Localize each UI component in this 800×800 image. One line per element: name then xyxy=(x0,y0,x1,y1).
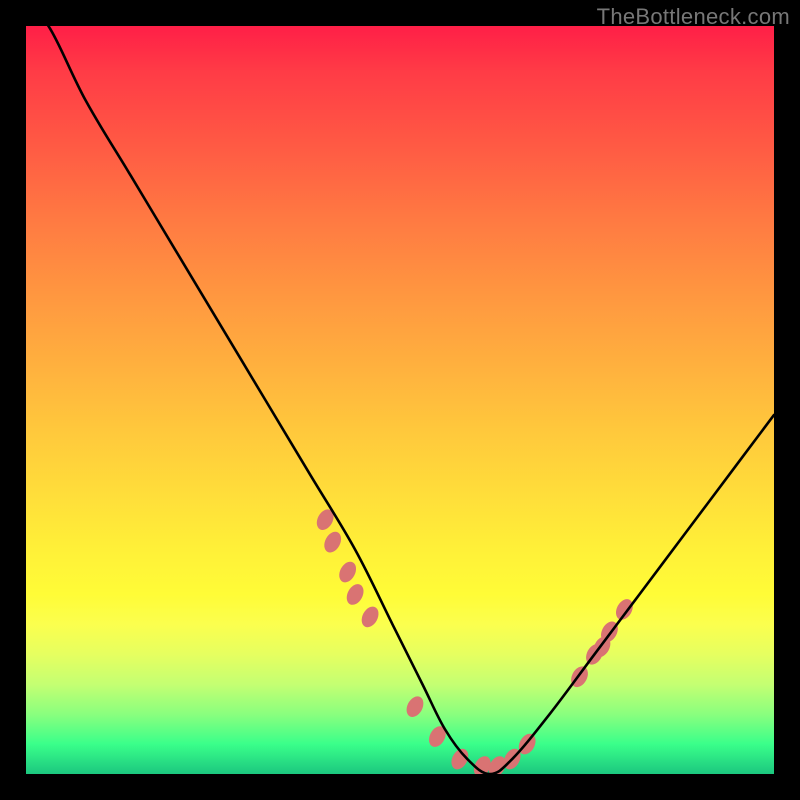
chart-marker xyxy=(403,693,427,719)
chart-marker xyxy=(613,596,637,622)
chart-marker xyxy=(313,506,337,532)
chart-marker xyxy=(336,559,360,585)
chart-marker xyxy=(448,746,472,772)
chart-marker xyxy=(358,604,382,630)
chart-curve xyxy=(26,26,774,774)
chart-marker xyxy=(568,664,592,690)
chart-marker xyxy=(583,641,607,667)
chart-marker xyxy=(485,753,509,774)
chart-marker xyxy=(590,634,614,660)
chart-svg xyxy=(26,26,774,774)
watermark-text: TheBottleneck.com xyxy=(597,4,790,30)
chart-marker xyxy=(343,581,367,607)
chart-marker-layer xyxy=(313,506,636,774)
chart-marker xyxy=(470,753,494,774)
chart-marker xyxy=(500,746,524,772)
chart-marker xyxy=(321,529,345,555)
chart-plot-area xyxy=(26,26,774,774)
chart-marker xyxy=(515,731,539,757)
chart-marker xyxy=(598,619,622,645)
chart-marker xyxy=(426,723,450,749)
